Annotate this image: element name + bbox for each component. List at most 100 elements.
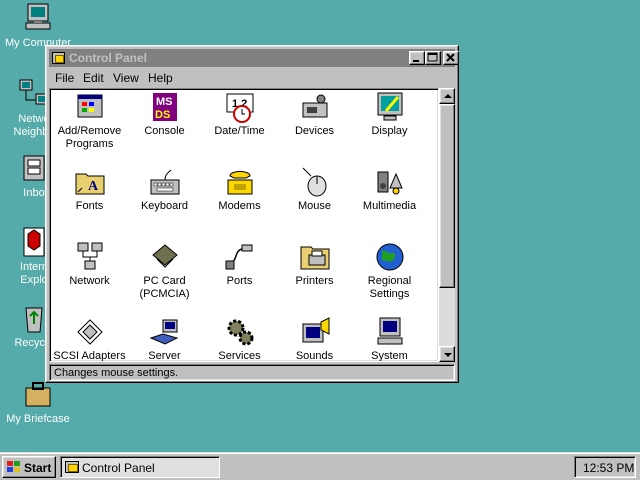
minimize-icon <box>413 60 419 62</box>
item-multimedia[interactable]: Multimedia <box>352 166 427 213</box>
close-icon <box>446 53 455 62</box>
svg-text:DS: DS <box>155 109 170 121</box>
item-label: Network <box>69 275 110 287</box>
status-text: Changes mouse settings. <box>54 367 179 379</box>
item-label: Mouse <box>297 200 332 212</box>
item-label: Keyboard <box>140 200 189 212</box>
taskbar: Start Control Panel 12:53 PM <box>0 452 640 480</box>
multimedia-icon <box>374 166 406 198</box>
scsi-adapters-icon <box>74 316 106 348</box>
control-panel-window[interactable]: Control Panel File Edit View Help Add/Re… <box>45 45 459 383</box>
add-remove-programs-icon <box>74 91 106 123</box>
arrow-up-icon <box>444 94 452 98</box>
desktop-icon-my-briefcase[interactable]: My Briefcase <box>0 378 76 426</box>
regional-settings-icon <box>374 241 406 273</box>
status-bar: Changes mouse settings. <box>49 364 455 381</box>
date-time-icon: 1 2 <box>224 91 256 123</box>
menu-help[interactable]: Help <box>148 71 173 85</box>
server-icon <box>149 316 181 348</box>
scroll-thumb[interactable] <box>439 104 455 288</box>
item-devices[interactable]: Devices <box>277 91 352 138</box>
item-server[interactable]: Server <box>127 316 202 362</box>
printers-icon <box>299 241 331 273</box>
menu-edit[interactable]: Edit <box>83 71 104 85</box>
item-label: SCSI Adapters <box>53 350 126 362</box>
menu-bar: File Edit View Help <box>49 69 455 87</box>
item-label: Sounds <box>295 350 334 362</box>
desktop-icon-label: My Briefcase <box>6 413 70 425</box>
item-label: System <box>371 350 408 362</box>
fonts-icon: A <box>74 166 106 198</box>
taskbar-button-control-panel[interactable]: Control Panel <box>60 456 220 478</box>
console-icon: MS DS <box>149 91 181 123</box>
system-icon <box>374 316 406 348</box>
close-button[interactable] <box>443 51 459 65</box>
item-label: Console <box>144 125 185 137</box>
item-label: Printers <box>295 275 334 287</box>
my-computer-icon <box>22 2 54 34</box>
item-printers[interactable]: Printers <box>277 241 352 288</box>
item-label: Modems <box>218 200 261 212</box>
system-tray: 12:53 PM <box>574 456 636 478</box>
item-keyboard[interactable]: Keyboard <box>127 166 202 213</box>
item-label: Regional Settings <box>367 275 412 300</box>
item-mouse[interactable]: Mouse <box>277 166 352 213</box>
sounds-icon <box>299 316 331 348</box>
window-title: Control Panel <box>69 51 148 65</box>
svg-text:MS: MS <box>156 96 173 108</box>
item-label: Date/Time <box>214 125 265 137</box>
maximize-button[interactable] <box>425 51 441 65</box>
desktop-icon-my-computer[interactable]: My Computer <box>0 2 76 50</box>
item-label: Ports <box>226 275 253 287</box>
mouse-icon <box>299 166 331 198</box>
item-date-time[interactable]: 1 2 Date/Time <box>202 91 277 138</box>
menu-view[interactable]: View <box>113 71 139 85</box>
menu-file[interactable]: File <box>55 71 74 85</box>
title-bar[interactable]: Control Panel <box>49 49 459 67</box>
item-label: Services <box>218 350 261 362</box>
item-label: Server <box>148 350 181 362</box>
ports-icon <box>224 241 256 273</box>
item-scsi-adapters[interactable]: SCSI Adapters <box>52 316 127 362</box>
devices-icon <box>299 91 331 123</box>
item-label: Add/Remove Programs <box>57 125 122 150</box>
item-label: PC Card (PCMCIA) <box>139 275 190 300</box>
item-label: Fonts <box>75 200 104 212</box>
start-button[interactable]: Start <box>2 456 56 478</box>
item-label: Display <box>371 125 408 137</box>
svg-text:A: A <box>88 179 99 194</box>
display-icon <box>374 91 406 123</box>
vertical-scrollbar[interactable] <box>439 88 455 362</box>
item-label: Multimedia <box>362 200 417 212</box>
arrow-down-icon <box>444 353 452 357</box>
scroll-down-button[interactable] <box>439 346 455 362</box>
item-modems[interactable]: Modems <box>202 166 277 213</box>
item-add-remove-programs[interactable]: Add/Remove Programs <box>52 91 127 151</box>
control-panel-icon <box>52 52 65 64</box>
item-system[interactable]: System <box>352 316 427 362</box>
item-ports[interactable]: Ports <box>202 241 277 288</box>
item-display[interactable]: Display <box>352 91 427 138</box>
clock[interactable]: 12:53 PM <box>583 461 634 475</box>
control-panel-items: Add/Remove Programs MS DS Console 1 2 Dat… <box>49 88 439 362</box>
item-sounds[interactable]: Sounds <box>277 316 352 362</box>
maximize-icon <box>427 52 438 62</box>
control-panel-icon <box>65 461 79 473</box>
modems-icon <box>224 166 256 198</box>
keyboard-icon <box>149 166 181 198</box>
item-label: Devices <box>294 125 335 137</box>
item-services[interactable]: Services <box>202 316 277 362</box>
minimize-button[interactable] <box>409 51 425 65</box>
network-icon <box>74 241 106 273</box>
item-network[interactable]: Network <box>52 241 127 288</box>
start-label: Start <box>24 461 52 475</box>
taskbar-button-label: Control Panel <box>82 461 155 475</box>
item-fonts[interactable]: A Fonts <box>52 166 127 213</box>
item-regional-settings[interactable]: Regional Settings <box>352 241 427 301</box>
item-pc-card[interactable]: PC Card (PCMCIA) <box>127 241 202 301</box>
services-icon <box>224 316 256 348</box>
pc-card-icon <box>149 241 181 273</box>
windows-logo-icon <box>7 461 21 473</box>
scroll-up-button[interactable] <box>439 88 455 104</box>
item-console[interactable]: MS DS Console <box>127 91 202 138</box>
